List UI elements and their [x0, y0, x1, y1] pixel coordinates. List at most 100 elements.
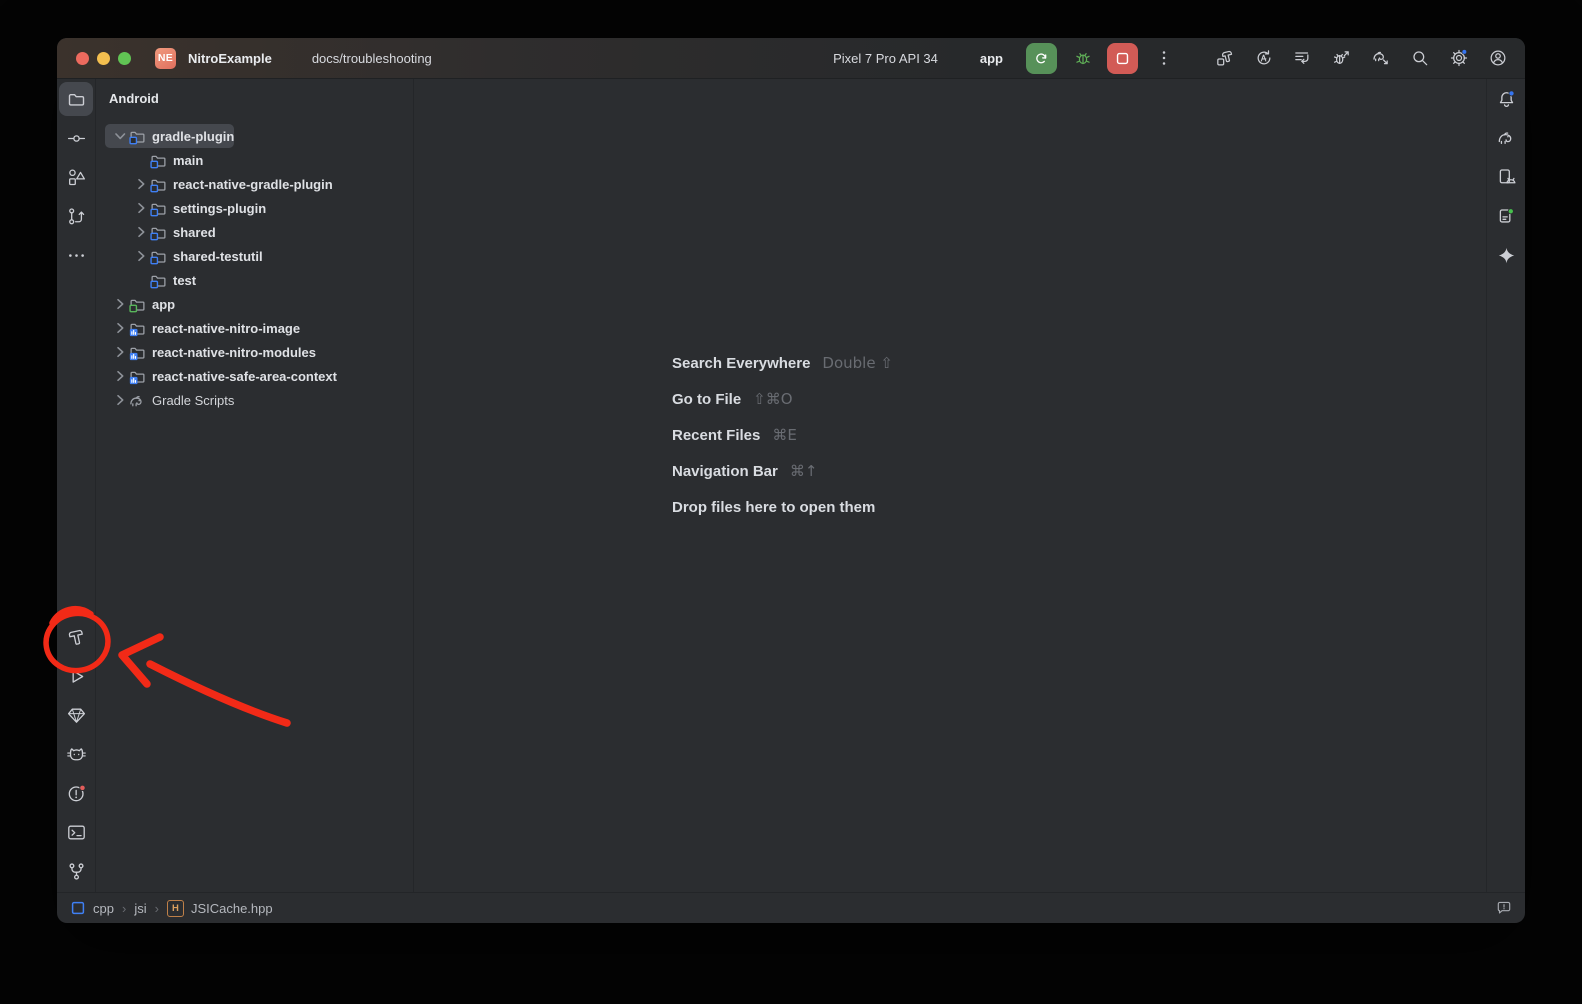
- hint-label: Recent Files: [672, 427, 760, 444]
- tool-logcat-button[interactable]: [59, 737, 93, 771]
- tree-item-settings-plugin[interactable]: settings-plugin: [105, 196, 266, 220]
- chevron-right-icon[interactable]: [132, 200, 150, 216]
- chevron-right-icon[interactable]: [132, 176, 150, 192]
- module-blue-icon: [150, 224, 167, 241]
- chevron-right-icon[interactable]: [111, 320, 129, 336]
- chevron-right-icon[interactable]: [111, 392, 129, 408]
- tree-item-gradle-scripts[interactable]: Gradle Scripts: [105, 388, 234, 412]
- tool-run-button[interactable]: [59, 659, 93, 693]
- device-manager-icon: [1496, 206, 1517, 227]
- tool-gradle-button[interactable]: [1489, 121, 1523, 155]
- search-button[interactable]: [1407, 45, 1433, 71]
- editor-empty-hints: Search EverywhereDouble ⇧Go to File⇧⌘ORe…: [672, 345, 893, 525]
- tree-item-gradle-plugin[interactable]: gradle-plugin: [105, 124, 234, 148]
- tool-more-button[interactable]: [59, 238, 93, 272]
- tree-item-label: react-native-nitro-image: [152, 321, 300, 336]
- letter-a-refresh-button[interactable]: [1251, 45, 1277, 71]
- tool-running-devices-button[interactable]: [1489, 160, 1523, 194]
- account-button[interactable]: [1485, 45, 1511, 71]
- gradle-sync-button[interactable]: [1368, 45, 1394, 71]
- tree-item-app[interactable]: app: [105, 292, 175, 316]
- zoom-window-button[interactable]: [118, 52, 131, 65]
- chevron-down-icon[interactable]: [111, 128, 129, 144]
- right-tool-stripe: [1486, 79, 1525, 892]
- tool-pull-requests-button[interactable]: [59, 199, 93, 233]
- chevron-right-icon[interactable]: [132, 248, 150, 264]
- editor-hint: Navigation Bar⌘↑: [672, 453, 893, 489]
- pull-requests-icon: [66, 206, 87, 227]
- device-selector[interactable]: Pixel 7 Pro API 34: [824, 47, 947, 70]
- breadcrumb-label: jsi: [134, 901, 146, 916]
- tree-item-main[interactable]: main: [105, 148, 203, 172]
- tree-item-react-native-nitro-modules[interactable]: react-native-nitro-modules: [105, 340, 316, 364]
- tree-item-react-native-safe-area-context[interactable]: react-native-safe-area-context: [105, 364, 337, 388]
- tool-build-hammer-button[interactable]: [59, 620, 93, 654]
- project-selector[interactable]: NitroExample: [184, 47, 281, 70]
- tool-structure-button[interactable]: [59, 160, 93, 194]
- hint-shortcut: Double ⇧: [822, 354, 893, 372]
- tool-app-quality-insights-button[interactable]: [59, 698, 93, 732]
- status-notifications-button[interactable]: [1489, 896, 1513, 920]
- running-devices-icon: [1496, 167, 1517, 188]
- tool-commit-button[interactable]: [59, 121, 93, 155]
- breadcrumb-separator: ›: [155, 901, 159, 916]
- build-button[interactable]: [1212, 45, 1238, 71]
- bug-attach-button[interactable]: [1329, 45, 1355, 71]
- settings-button[interactable]: [1446, 45, 1472, 71]
- notification-bubble-icon: [1495, 899, 1513, 917]
- tree-item-shared[interactable]: shared: [105, 220, 216, 244]
- close-window-button[interactable]: [76, 52, 89, 65]
- branch-selector[interactable]: docs/troubleshooting: [303, 47, 441, 70]
- chevron-right-icon[interactable]: [111, 344, 129, 360]
- tool-notifications-button[interactable]: [1489, 82, 1523, 116]
- module-blue-icon: [150, 200, 167, 217]
- debug-button[interactable]: [1067, 43, 1097, 73]
- tool-problems-button[interactable]: [59, 776, 93, 810]
- library-icon: [129, 320, 146, 337]
- chevron-right-icon[interactable]: [111, 296, 129, 312]
- breadcrumb-item[interactable]: HJSICache.hpp: [167, 900, 273, 917]
- bug-attach-icon: [1332, 48, 1352, 68]
- breadcrumb-item[interactable]: cpp: [70, 900, 114, 916]
- module-blue-icon: [150, 176, 167, 193]
- more-actions-button[interactable]: [1148, 43, 1178, 73]
- kebab-menu-icon: [1154, 48, 1174, 68]
- header-file-icon: H: [167, 900, 184, 917]
- tree-item-label: app: [152, 297, 175, 312]
- project-badge: NE: [155, 48, 176, 69]
- editor-area: Search EverywhereDouble ⇧Go to File⇧⌘ORe…: [414, 79, 1486, 892]
- chevron-right-icon[interactable]: [132, 224, 150, 240]
- stop-button[interactable]: [1107, 43, 1138, 74]
- run-controls: Pixel 7 Pro API 34 app: [824, 43, 1511, 74]
- letter-a-refresh-icon: [1254, 48, 1274, 68]
- run-configuration-selector[interactable]: app: [971, 47, 1012, 70]
- project-view-name: Android: [109, 91, 159, 106]
- tool-gemini-button[interactable]: [1489, 238, 1523, 272]
- tree-item-test[interactable]: test: [105, 268, 196, 292]
- tool-project-button[interactable]: [59, 82, 93, 116]
- project-name: NitroExample: [188, 51, 272, 66]
- chevron-right-icon[interactable]: [111, 368, 129, 384]
- editor-hint: Go to File⇧⌘O: [672, 381, 893, 417]
- commit-icon: [66, 128, 87, 149]
- editor-hint: Drop files here to open them: [672, 489, 893, 525]
- tool-terminal-button[interactable]: [59, 815, 93, 849]
- project-view-selector[interactable]: Android: [109, 91, 165, 106]
- tree-item-react-native-gradle-plugin[interactable]: react-native-gradle-plugin: [105, 172, 333, 196]
- tree-item-shared-testutil[interactable]: shared-testutil: [105, 244, 263, 268]
- breadcrumb-label: cpp: [93, 901, 114, 916]
- breadcrumb: cpp›jsi›HJSICache.hpp: [70, 900, 273, 917]
- logcat-icon: [66, 744, 87, 765]
- project-icon: [66, 89, 87, 110]
- tool-device-manager-button[interactable]: [1489, 199, 1523, 233]
- settings-icon: [1449, 48, 1469, 68]
- tree-item-react-native-nitro-image[interactable]: react-native-nitro-image: [105, 316, 300, 340]
- lines-rollback-button[interactable]: [1290, 45, 1316, 71]
- breadcrumb-item[interactable]: jsi: [134, 901, 146, 916]
- account-icon: [1488, 48, 1508, 68]
- tool-version-control-button[interactable]: [59, 854, 93, 888]
- minimize-window-button[interactable]: [97, 52, 110, 65]
- rerun-button[interactable]: [1026, 43, 1057, 74]
- desktop: { "titlebar": { "project_badge": "NE", "…: [0, 0, 1582, 1004]
- structure-icon: [66, 167, 87, 188]
